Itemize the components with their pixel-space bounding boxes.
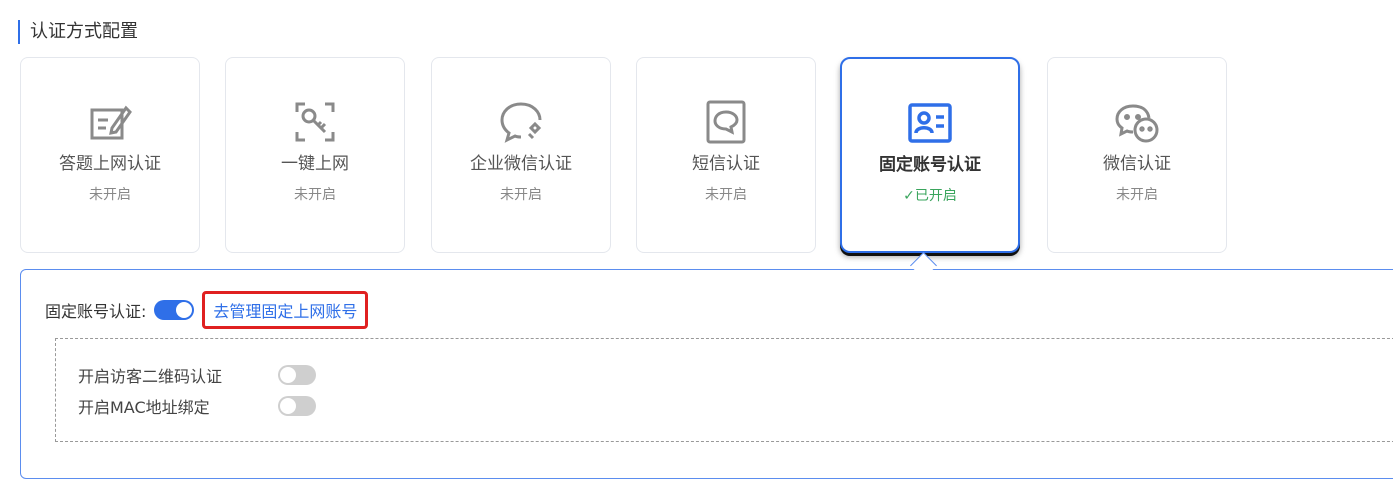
guest-qr-toggle[interactable] — [278, 365, 316, 385]
card-status: 未开启 — [1116, 187, 1158, 203]
card-fixed-account-auth[interactable]: 固定账号认证 ✓已开启 — [840, 57, 1020, 253]
card-wecom-auth[interactable]: 企业微信认证 未开启 — [431, 57, 611, 253]
fixed-account-toggle[interactable] — [154, 300, 195, 320]
sms-icon — [702, 98, 750, 146]
card-sms-auth[interactable]: 短信认证 未开启 — [636, 57, 816, 253]
card-label: 一键上网 — [281, 154, 349, 174]
card-status: 未开启 — [89, 187, 131, 203]
guest-qr-label: 开启访客二维码认证 — [78, 367, 223, 386]
section-title: 认证方式配置 — [18, 20, 138, 44]
card-status: 未开启 — [705, 187, 747, 203]
card-wechat-auth[interactable]: 微信认证 未开启 — [1047, 57, 1227, 253]
id-card-icon — [906, 99, 954, 147]
card-label: 固定账号认证 — [879, 155, 981, 175]
mac-binding-label: 开启MAC地址绑定 — [78, 398, 210, 417]
card-status: ✓已开启 — [903, 188, 957, 204]
fixed-account-row: 固定账号认证: 去管理固定上网账号 — [45, 291, 369, 329]
card-quiz-auth[interactable]: 答题上网认证 未开启 — [20, 57, 200, 253]
fixed-account-label: 固定账号认证: — [45, 302, 147, 321]
quiz-edit-icon — [86, 98, 134, 146]
wechat-icon — [1113, 98, 1161, 146]
card-label: 企业微信认证 — [470, 154, 572, 174]
card-label: 短信认证 — [692, 154, 760, 174]
card-status: 未开启 — [500, 187, 542, 203]
auth-method-cards: 答题上网认证 未开启 一键上网 未开启 企业微信认证 未开启 短信认证 未开启 … — [20, 57, 1393, 257]
card-label: 微信认证 — [1103, 154, 1171, 174]
card-status: 未开启 — [294, 187, 336, 203]
card-label: 答题上网认证 — [59, 154, 161, 174]
option-row-guest-qr: 开启访客二维码认证 — [78, 363, 316, 387]
card-one-click[interactable]: 一键上网 未开启 — [225, 57, 405, 253]
option-row-mac-binding: 开启MAC地址绑定 — [78, 394, 316, 418]
mac-binding-toggle[interactable] — [278, 396, 316, 416]
wecom-icon — [497, 98, 545, 146]
key-icon — [291, 98, 339, 146]
options-box: 开启访客二维码认证 开启MAC地址绑定 — [55, 338, 1393, 442]
manage-accounts-link[interactable]: 去管理固定上网账号 — [202, 291, 369, 329]
config-panel: 固定账号认证: 去管理固定上网账号 开启访客二维码认证 开启MAC地址绑定 — [20, 269, 1393, 479]
